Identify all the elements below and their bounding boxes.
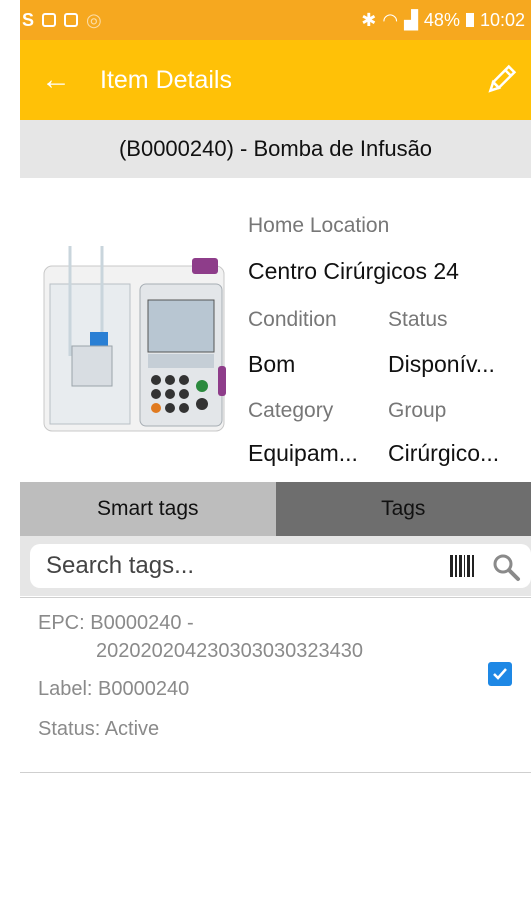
tag-checkbox[interactable]: [488, 662, 512, 686]
location-icon: ◎: [86, 9, 102, 30]
gallery-notification-icon: [64, 13, 79, 27]
category-label: Category: [248, 399, 334, 422]
search-icon[interactable]: [491, 552, 521, 582]
search-input[interactable]: [44, 551, 428, 581]
tag-tabs: Smart tags Tags: [20, 482, 531, 536]
category-value: Equipam...: [248, 440, 358, 466]
item-details: Home Location Centro Cirúrgicos 24 Condi…: [20, 178, 531, 466]
back-arrow-icon: ←: [41, 63, 71, 96]
tag-status: Status: Active: [38, 718, 160, 740]
tag-epc-line1: EPC: B0000240 -: [38, 612, 194, 634]
home-location-value: Centro Cirúrgicos 24: [248, 258, 459, 284]
list-item[interactable]: EPC: B0000240 - 202020204230303030323430…: [20, 597, 531, 773]
tab-smart-tags[interactable]: Smart tags: [20, 482, 276, 536]
tag-epc-line2: 202020204230303030323430: [96, 640, 363, 662]
page-title: Item Details: [100, 65, 232, 94]
edit-button[interactable]: [471, 40, 531, 120]
battery-percentage: 48%: [423, 9, 460, 30]
image-notification-icon: [42, 13, 57, 27]
tag-label: Label: B0000240: [38, 678, 190, 700]
system-icons: ✱ ◠ ▟ 48% 10:02: [361, 10, 531, 31]
infusion-pump-image: [43, 246, 226, 432]
pencil-icon: [488, 64, 517, 93]
signal-icon: ▟: [404, 9, 418, 30]
app-notification-icon: S: [22, 9, 35, 30]
checkmark-icon: [493, 668, 507, 680]
status-bar: S ◎ ✱ ◠ ▟ 48% 10:02: [20, 0, 531, 40]
condition-label: Condition: [248, 308, 337, 331]
search-bar: [20, 536, 531, 596]
group-value: Cirúrgico...: [388, 440, 500, 466]
search-box: [30, 544, 531, 588]
barcode-icon[interactable]: [449, 553, 475, 579]
status-label: Status: [388, 308, 448, 331]
item-title: (B0000240) - Bomba de Infusão: [20, 120, 531, 178]
clock: 10:02: [479, 9, 525, 30]
app-bar: ← Item Details: [20, 40, 531, 120]
status-value: Disponív...: [388, 351, 495, 377]
group-label: Group: [388, 399, 447, 422]
notification-icons: S ◎: [20, 10, 102, 31]
battery-icon: [465, 13, 474, 27]
bluetooth-icon: ✱: [361, 9, 377, 30]
home-location-label: Home Location: [248, 214, 390, 237]
tab-tags[interactable]: Tags: [275, 482, 531, 536]
wifi-icon: ◠: [382, 9, 399, 30]
back-button[interactable]: ←: [20, 40, 92, 120]
condition-value: Bom: [248, 351, 296, 377]
